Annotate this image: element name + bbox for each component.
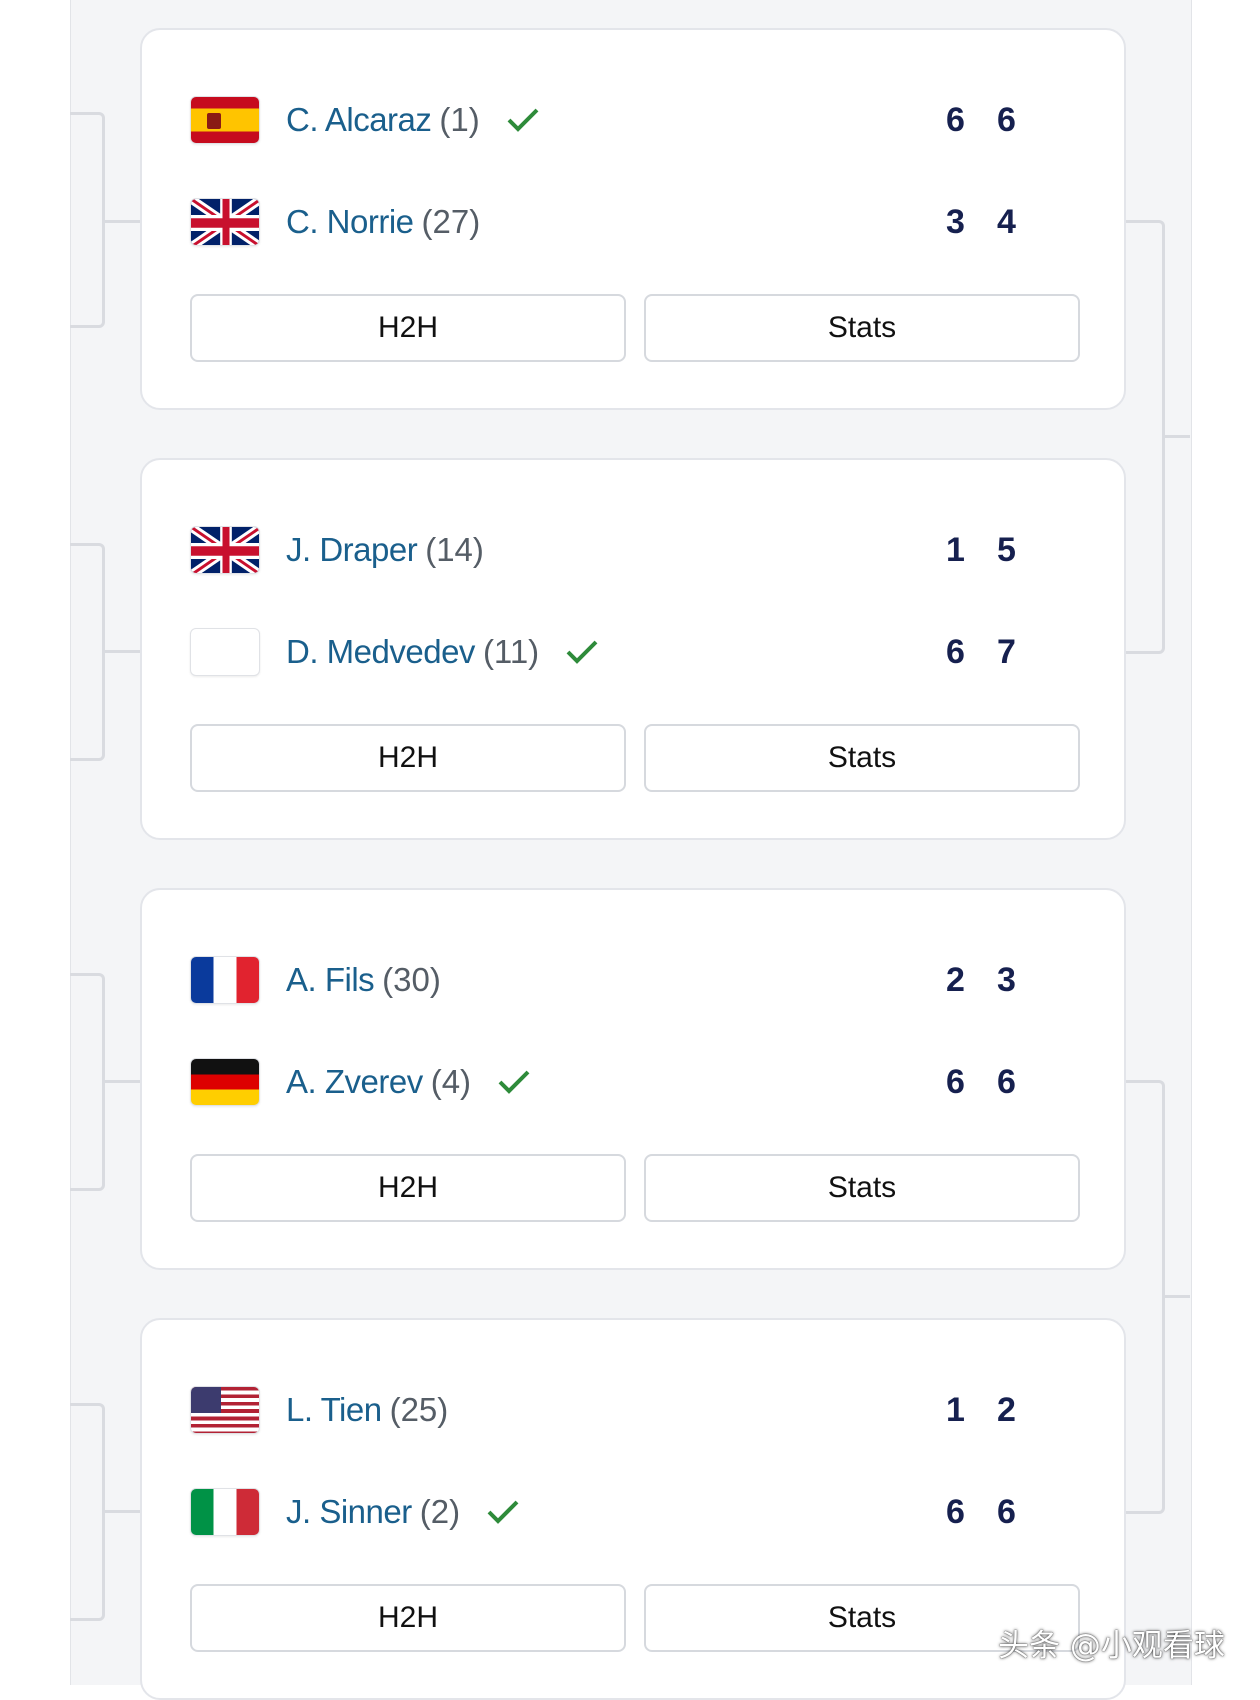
bracket-connector-stub [102,650,140,653]
bracket-connector-left [70,543,105,761]
score-group: 6 6 [930,94,1032,146]
stats-button[interactable]: Stats [644,724,1080,792]
score-group: 6 6 [930,1056,1032,1108]
bracket-connector-left [70,112,105,328]
player-name[interactable]: C. Norrie [286,203,414,241]
player-row: J. Sinner (2) 6 6 [190,1486,1084,1538]
score-group: 3 4 [930,196,1032,248]
set-score: 6 [997,1062,1016,1101]
score-group: 6 7 [930,626,1032,678]
bracket-connector-stub [1162,1295,1190,1298]
watermark: 头条 @小观看球 [998,1628,1225,1664]
bracket-connector-right [1126,1080,1165,1514]
player-row: D. Medvedev (11) 6 7 [190,626,1084,678]
player-name[interactable]: L. Tien [286,1391,382,1429]
player-seed: (2) [419,1493,461,1530]
match-card[interactable]: J. Draper (14) 1 5 D. Medvedev (11) 6 7 … [140,458,1126,840]
set-score: 2 [946,960,965,999]
set-score: 4 [997,202,1016,241]
bracket-connector-right [1126,220,1165,654]
usa-flag-icon [190,1386,260,1434]
match-card[interactable]: C. Alcaraz (1) 6 6 C. Norrie (27) 3 4 H2… [140,28,1126,410]
score-group: 1 5 [930,524,1032,576]
player-seed: (11) [482,633,540,670]
player-row: C. Alcaraz (1) 6 6 [190,94,1084,146]
player-name[interactable]: A. Fils [286,961,375,999]
spain-flag-icon [190,96,260,144]
france-flag-icon [190,956,260,1004]
bracket-connector-stub [102,1510,140,1513]
set-score: 1 [946,1390,965,1429]
bracket-connector-stub [102,1080,140,1083]
player-seed: (27) [421,203,481,240]
player-name[interactable]: C. Alcaraz [286,101,432,139]
bracket-connector-stub [1162,435,1190,438]
germany-flag-icon [190,1058,260,1106]
blank-flag-icon [190,628,260,676]
set-score: 6 [997,100,1016,139]
player-seed: (14) [425,531,484,568]
set-score: 6 [946,100,965,139]
set-score: 6 [946,1062,965,1101]
player-name[interactable]: D. Medvedev [286,633,475,671]
bracket-connector-stub [102,220,140,223]
set-score: 5 [997,530,1016,569]
stats-button[interactable]: Stats [644,294,1080,362]
player-row: A. Zverev (4) 6 6 [190,1056,1084,1108]
player-row: L. Tien (25) 1 2 [190,1384,1084,1436]
score-group: 2 3 [930,954,1032,1006]
winner-check-icon [507,108,539,132]
bracket-connector-left [70,1403,105,1621]
player-row: A. Fils (30) 2 3 [190,954,1084,1006]
set-score: 6 [997,1492,1016,1531]
player-seed: (4) [430,1063,472,1100]
player-name[interactable]: J. Sinner [286,1493,412,1531]
player-row: C. Norrie (27) 3 4 [190,196,1084,248]
set-score: 6 [946,632,965,671]
set-score: 6 [946,1492,965,1531]
stats-button[interactable]: Stats [644,1154,1080,1222]
set-score: 1 [946,530,965,569]
player-seed: (1) [439,101,480,138]
uk-flag-icon [190,198,260,246]
player-seed: (25) [389,1391,449,1428]
winner-check-icon [498,1070,530,1094]
h2h-button[interactable]: H2H [190,294,626,362]
h2h-button[interactable]: H2H [190,1154,626,1222]
score-group: 6 6 [930,1486,1032,1538]
h2h-button[interactable]: H2H [190,724,626,792]
player-name[interactable]: A. Zverev [286,1063,423,1101]
h2h-button[interactable]: H2H [190,1584,626,1652]
match-card[interactable]: A. Fils (30) 2 3 A. Zverev (4) 6 6 H2H S… [140,888,1126,1270]
score-group: 1 2 [930,1384,1032,1436]
set-score: 3 [946,202,965,241]
italy-flag-icon [190,1488,260,1536]
player-row: J. Draper (14) 1 5 [190,524,1084,576]
player-name[interactable]: J. Draper [286,531,418,569]
winner-check-icon [566,640,598,664]
bracket-connector-left [70,973,105,1191]
winner-check-icon [487,1500,519,1524]
set-score: 2 [997,1390,1016,1429]
set-score: 7 [997,632,1016,671]
match-card[interactable]: L. Tien (25) 1 2 J. Sinner (2) 6 6 H2H S… [140,1318,1126,1700]
set-score: 3 [997,960,1016,999]
player-seed: (30) [382,961,441,998]
uk-flag-icon [190,526,260,574]
